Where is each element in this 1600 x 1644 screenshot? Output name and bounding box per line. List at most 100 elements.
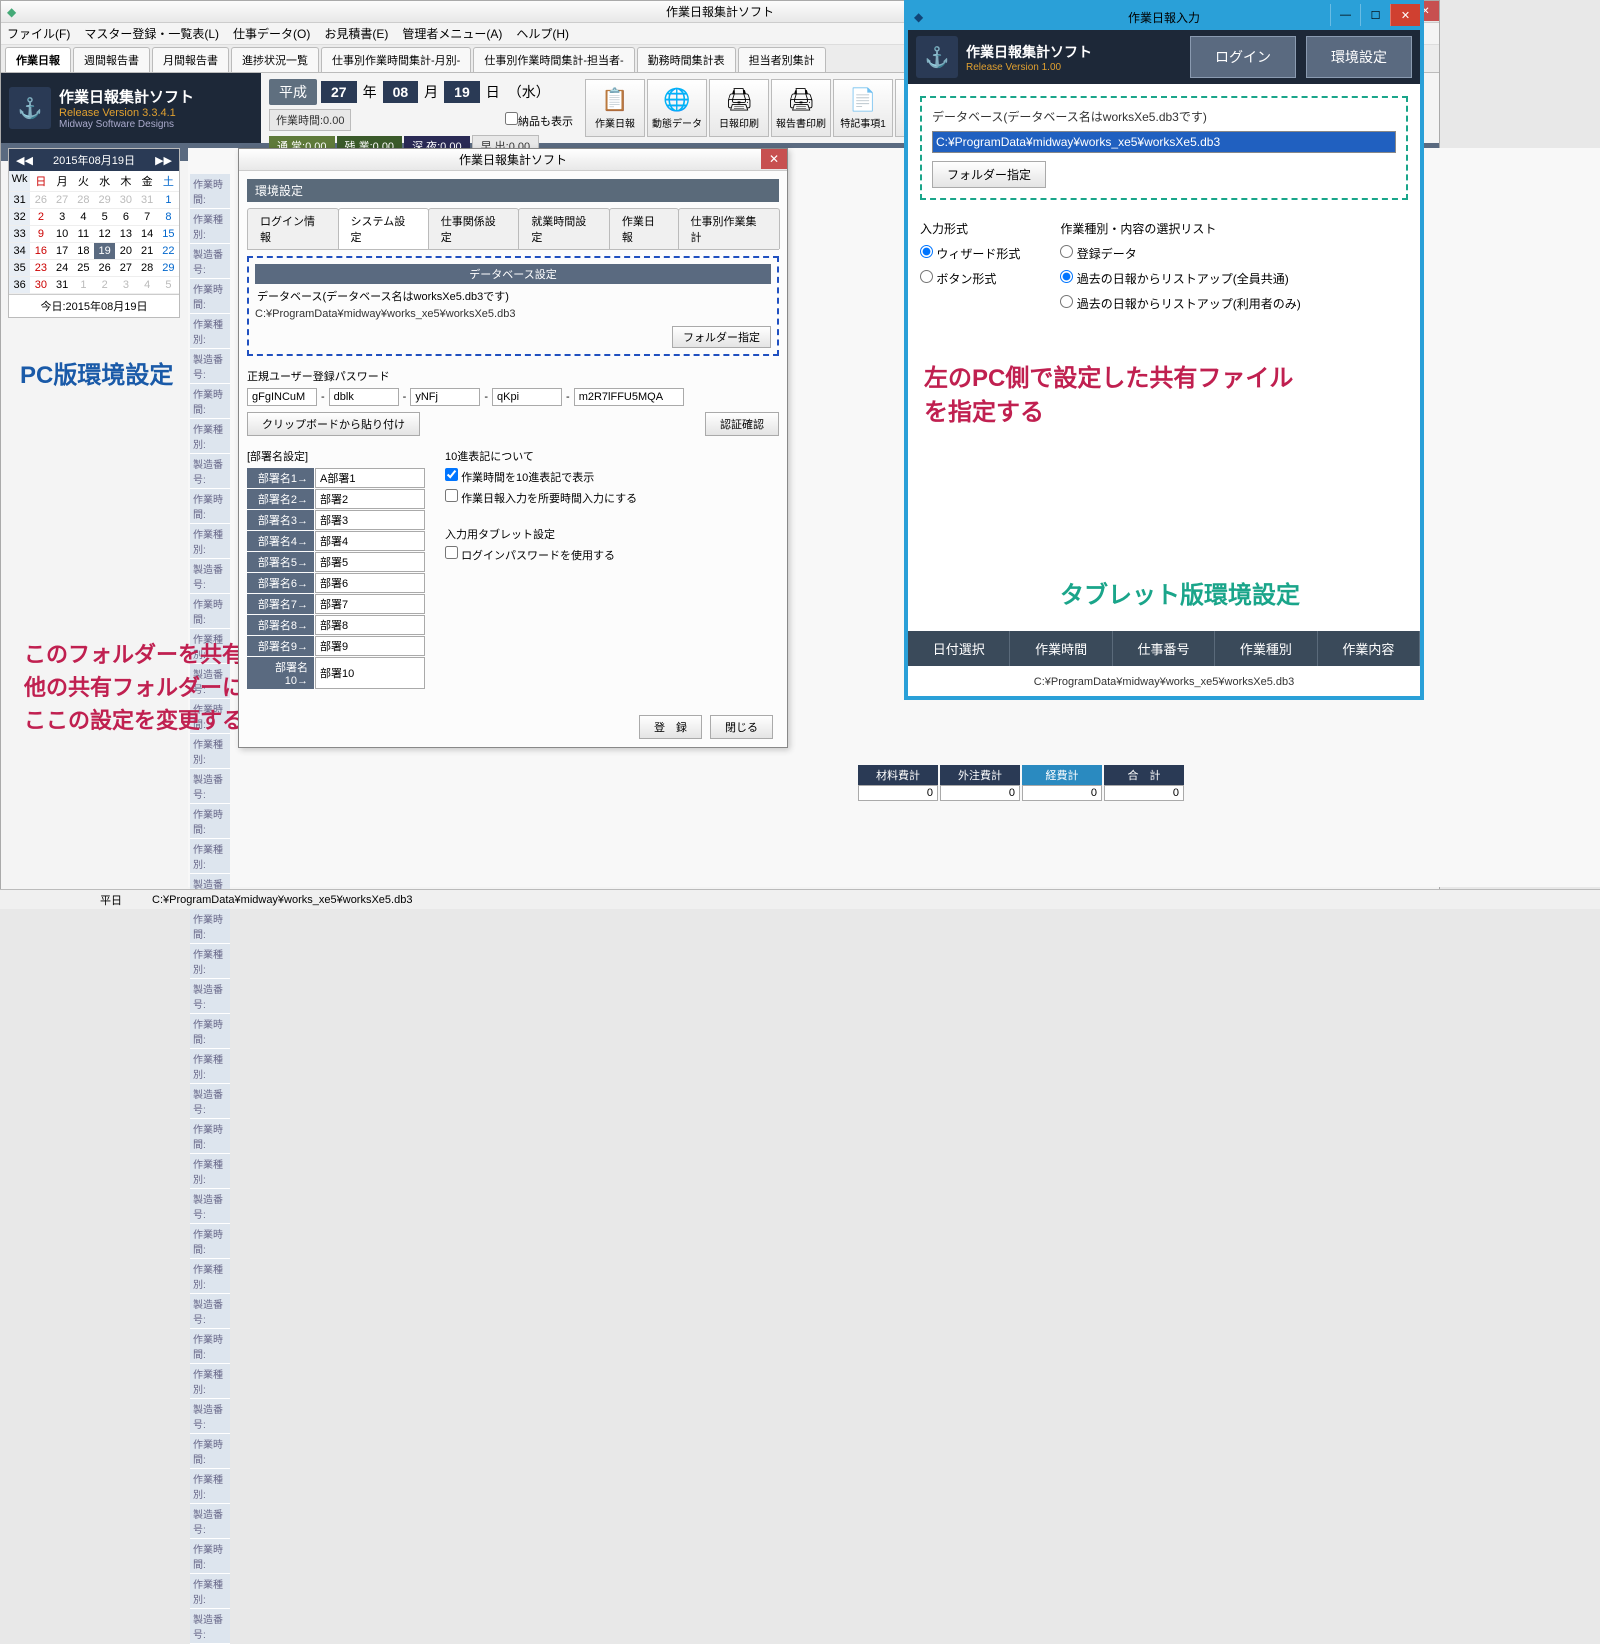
cal-day-cell[interactable]: 2: [94, 277, 115, 294]
tab-nippo[interactable]: 作業日報: [5, 47, 71, 72]
cal-day-cell[interactable]: 14: [137, 226, 158, 243]
cal-day-cell[interactable]: 31: [52, 277, 73, 294]
tab-staff[interactable]: 担当者別集計: [738, 47, 826, 72]
registered-radio[interactable]: [1060, 245, 1073, 258]
cal-day-cell[interactable]: 2: [30, 209, 51, 226]
dept-input-4[interactable]: [315, 531, 425, 551]
cal-day-cell[interactable]: 30: [30, 277, 51, 294]
cal-day-cell[interactable]: 22: [158, 243, 179, 260]
tablet-login-button[interactable]: ログイン: [1190, 36, 1296, 78]
cal-day-cell[interactable]: 26: [94, 260, 115, 277]
cal-day-cell[interactable]: 9: [30, 226, 51, 243]
cal-day-cell[interactable]: 7: [137, 209, 158, 226]
cal-day-cell[interactable]: 3: [52, 209, 73, 226]
dept-input-7[interactable]: [315, 594, 425, 614]
dept-input-10[interactable]: [315, 657, 425, 689]
cal-day-cell[interactable]: 6: [115, 209, 136, 226]
tablet-close[interactable]: ✕: [1390, 4, 1420, 26]
cal-day-cell[interactable]: 28: [137, 260, 158, 277]
past-all-radio[interactable]: [1060, 270, 1073, 283]
duration-input-checkbox[interactable]: [445, 489, 458, 502]
cal-day-cell[interactable]: 10: [52, 226, 73, 243]
cal-day-cell[interactable]: 30: [115, 192, 136, 209]
cal-day-cell[interactable]: 21: [137, 243, 158, 260]
tool-button-2[interactable]: 🖨日報印刷: [709, 79, 769, 137]
tab-worktime[interactable]: 勤務時間集計表: [637, 47, 736, 72]
menu-admin[interactable]: 管理者メニュー(A): [402, 25, 502, 42]
ptab-login[interactable]: ログイン情報: [247, 208, 339, 249]
cal-day-cell[interactable]: 16: [30, 243, 51, 260]
past-user-radio[interactable]: [1060, 295, 1073, 308]
menu-estimate[interactable]: お見積書(E): [324, 25, 388, 42]
cal-day-cell[interactable]: 1: [158, 192, 179, 209]
tool-button-0[interactable]: 📋作業日報: [585, 79, 645, 137]
pwd-input-2[interactable]: [329, 388, 399, 406]
tab-monthly[interactable]: 月間報告書: [152, 47, 229, 72]
dept-input-8[interactable]: [315, 615, 425, 635]
ptab-jobsum[interactable]: 仕事別作業集計: [678, 208, 780, 249]
tab-jobtime-month[interactable]: 仕事別作業時間集計-月別-: [321, 47, 471, 72]
cal-day-cell[interactable]: 31: [137, 192, 158, 209]
ptab-nippo[interactable]: 作業日報: [609, 208, 679, 249]
cal-day-cell[interactable]: 18: [73, 243, 94, 260]
cal-day-cell[interactable]: 15: [158, 226, 179, 243]
ttab-jobno[interactable]: 仕事番号: [1113, 631, 1215, 666]
cal-footer[interactable]: 今日:2015年08月19日: [9, 294, 179, 317]
cal-day-cell[interactable]: 24: [52, 260, 73, 277]
cal-day-cell[interactable]: 26: [30, 192, 51, 209]
ttab-type[interactable]: 作業種別: [1215, 631, 1317, 666]
menu-file[interactable]: ファイル(F): [7, 25, 70, 42]
cal-day-cell[interactable]: 27: [52, 192, 73, 209]
decimal-display-checkbox[interactable]: [445, 468, 458, 481]
cal-day-cell[interactable]: 20: [115, 243, 136, 260]
tablet-minimize[interactable]: —: [1330, 4, 1360, 26]
tablet-folder-button[interactable]: フォルダー指定: [932, 161, 1046, 188]
tab-weekly[interactable]: 週間報告書: [73, 47, 150, 72]
show-delivery-checkbox[interactable]: [505, 112, 518, 125]
cal-day-cell[interactable]: 5: [94, 209, 115, 226]
dept-input-6[interactable]: [315, 573, 425, 593]
tablet-db-path-input[interactable]: [932, 131, 1396, 153]
clipboard-paste-button[interactable]: クリップボードから貼り付け: [247, 412, 420, 436]
menu-help[interactable]: ヘルプ(H): [516, 25, 569, 42]
ttab-date[interactable]: 日付選択: [908, 631, 1010, 666]
dept-input-1[interactable]: [315, 468, 425, 488]
menu-master[interactable]: マスター登録・一覧表(L): [84, 25, 219, 42]
cal-day-cell[interactable]: 8: [158, 209, 179, 226]
tablet-env-button[interactable]: 環境設定: [1306, 36, 1412, 78]
pwd-input-1[interactable]: [247, 388, 317, 406]
cal-grid[interactable]: Wk日月火水木金土3126272829303113223456783391011…: [9, 171, 179, 294]
cal-next[interactable]: ▶▶: [151, 154, 176, 167]
dept-input-2[interactable]: [315, 489, 425, 509]
cal-day-cell[interactable]: 27: [115, 260, 136, 277]
ttab-content[interactable]: 作業内容: [1318, 631, 1420, 666]
cal-day-cell[interactable]: 4: [73, 209, 94, 226]
tool-button-1[interactable]: 🌐動態データ: [647, 79, 707, 137]
auth-confirm-button[interactable]: 認証確認: [705, 412, 779, 436]
dept-input-3[interactable]: [315, 510, 425, 530]
tab-jobtime-staff[interactable]: 仕事別作業時間集計-担当者-: [473, 47, 634, 72]
cal-day-cell[interactable]: 3: [115, 277, 136, 294]
cal-day-cell[interactable]: 17: [52, 243, 73, 260]
month-value[interactable]: 08: [383, 81, 419, 103]
cal-day-cell[interactable]: 23: [30, 260, 51, 277]
year-value[interactable]: 27: [321, 81, 357, 103]
cal-day-cell[interactable]: 25: [73, 260, 94, 277]
tool-button-4[interactable]: 📄特記事項1: [833, 79, 893, 137]
day-value[interactable]: 19: [444, 81, 480, 103]
ptab-job[interactable]: 仕事関係設定: [428, 208, 520, 249]
cal-day-cell[interactable]: 28: [73, 192, 94, 209]
cal-day-cell[interactable]: 12: [94, 226, 115, 243]
ttab-time[interactable]: 作業時間: [1010, 631, 1112, 666]
cal-day-cell[interactable]: 19: [94, 243, 115, 260]
dept-input-5[interactable]: [315, 552, 425, 572]
cal-day-cell[interactable]: 4: [137, 277, 158, 294]
tab-progress[interactable]: 進捗状況一覧: [231, 47, 319, 72]
tablet-password-checkbox[interactable]: [445, 546, 458, 559]
wizard-radio[interactable]: [920, 245, 933, 258]
pwd-input-3[interactable]: [410, 388, 480, 406]
pwd-input-4[interactable]: [492, 388, 562, 406]
close-dialog-button[interactable]: 閉じる: [710, 715, 773, 739]
tool-button-3[interactable]: 🖨報告書印刷: [771, 79, 831, 137]
ptab-worktime[interactable]: 就業時間設定: [518, 208, 610, 249]
